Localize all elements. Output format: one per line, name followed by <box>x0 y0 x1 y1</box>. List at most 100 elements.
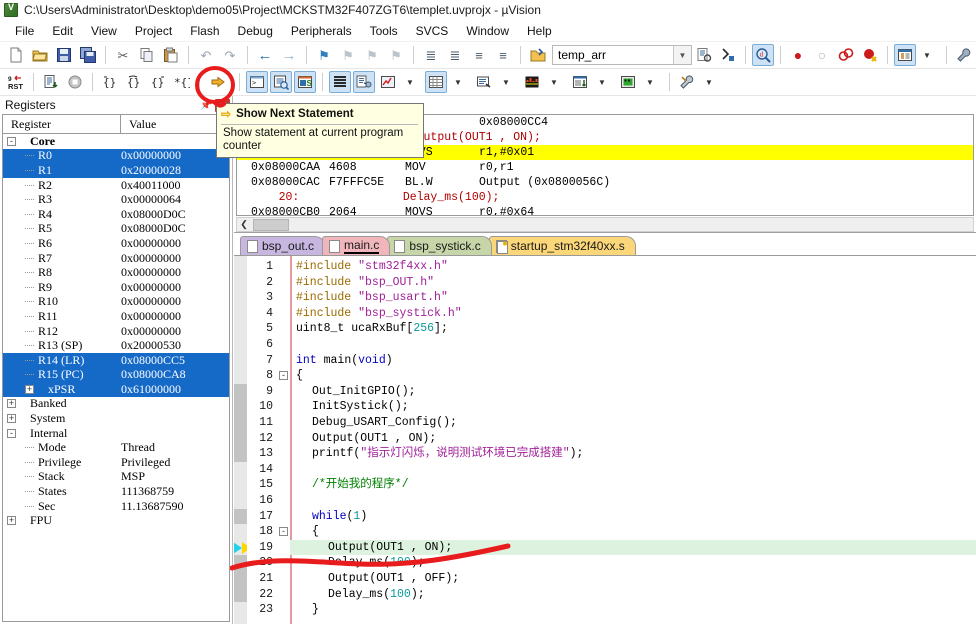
register-row[interactable]: + xPSR 0x61000000 <box>3 382 229 397</box>
target-options-icon[interactable] <box>527 44 549 66</box>
register-value-cell[interactable]: 111368759 <box>121 484 229 499</box>
menu-help[interactable]: Help <box>518 22 561 40</box>
step-over-icon[interactable]: {} <box>123 71 145 93</box>
call-stack-window-icon[interactable] <box>353 71 375 93</box>
code-editor[interactable]: 1 2 3 4 5 6 7 8 9 10 11 12 13 14 15 16 17 18 19 20 21 22 23 --… <box>234 256 976 624</box>
navigate-backward-icon[interactable]: ← <box>254 44 276 66</box>
next-bookmark-icon[interactable]: ⚑ <box>361 44 383 66</box>
editor-code-line[interactable]: #include "stm32f4xx.h" <box>290 259 976 275</box>
register-value-cell[interactable]: 0x08000D0C <box>121 207 229 222</box>
save-icon[interactable] <box>53 44 75 66</box>
editor-code-line[interactable]: /*开始我的程序*/ <box>290 477 976 493</box>
trace-windows-icon[interactable] <box>569 71 591 93</box>
register-value-cell[interactable]: 0x00000064 <box>121 192 229 207</box>
editor-code-line[interactable]: #include "bsp_usart.h" <box>290 290 976 306</box>
tree-collapse-icon[interactable]: - <box>7 136 16 146</box>
navigate-forward-icon[interactable]: → <box>278 44 300 66</box>
serial-windows-icon[interactable] <box>473 71 495 93</box>
register-value-cell[interactable]: 0x00000000 <box>121 324 229 339</box>
cut-icon[interactable]: ✂ <box>112 44 134 66</box>
disassembly-horizontal-scrollbar[interactable]: ❮ <box>236 217 974 232</box>
register-row[interactable]: R14 (LR) 0x08000CC5 <box>3 353 229 368</box>
register-row[interactable]: + System <box>3 411 229 426</box>
editor-code-area[interactable]: #include "stm32f4xx.h" #include "bsp_OUT.… <box>290 256 976 624</box>
disassembly-instruction-line[interactable]: 0x08000CB0 2064 MOVS r0,#0x64 <box>237 205 973 215</box>
menu-edit[interactable]: Edit <box>43 22 82 40</box>
register-row[interactable]: R8 0x00000000 <box>3 265 229 280</box>
watch-windows-icon[interactable] <box>377 71 399 93</box>
editor-code-line[interactable]: { <box>290 368 976 384</box>
register-value-cell[interactable]: 0x00000000 <box>121 265 229 280</box>
run-to-cursor-icon[interactable]: *{} <box>171 71 193 93</box>
registers-window-icon[interactable] <box>329 71 351 93</box>
register-row[interactable]: + FPU <box>3 513 229 528</box>
target-select[interactable]: temp_arr ▼ <box>552 45 692 65</box>
menu-window[interactable]: Window <box>457 22 518 40</box>
copy-icon[interactable] <box>136 44 158 66</box>
command-window-icon[interactable]: > <box>246 71 268 93</box>
watch-windows-dropdown-icon[interactable]: ▼ <box>401 71 423 93</box>
register-row[interactable]: R1 0x20000028 <box>3 163 229 178</box>
editor-code-line[interactable]: Delay_ms(100); <box>290 555 976 571</box>
insert-bookmark-icon[interactable]: ⚑ <box>313 44 335 66</box>
code-fold-toggle-icon[interactable]: - <box>279 527 288 537</box>
uncomment-icon[interactable]: ≡ <box>492 44 514 66</box>
pin-icon[interactable]: 📌 <box>200 100 212 111</box>
register-value-cell[interactable]: 11.13687590 <box>121 499 229 514</box>
editor-tab-bsp-out-c[interactable]: bsp_out.c <box>240 236 326 255</box>
show-next-statement-icon[interactable] <box>207 71 229 93</box>
comment-icon[interactable]: ≡ <box>468 44 490 66</box>
register-value-cell[interactable]: 0x20000028 <box>121 163 229 178</box>
editor-code-line[interactable]: int main(void) <box>290 353 976 369</box>
menu-peripherals[interactable]: Peripherals <box>282 22 361 40</box>
menu-tools[interactable]: Tools <box>361 22 407 40</box>
register-value-cell[interactable]: Privileged <box>121 455 229 470</box>
register-row[interactable]: - Core <box>3 134 229 149</box>
register-value-cell[interactable]: 0x08000CC5 <box>121 353 229 368</box>
find-in-files-icon[interactable]: d <box>752 44 774 66</box>
editor-tab-bsp-systick-c[interactable]: bsp_systick.c <box>387 236 492 255</box>
register-row[interactable]: R13 (SP) 0x20000530 <box>3 338 229 353</box>
toolbox-icon[interactable] <box>676 71 698 93</box>
tree-expand-icon[interactable]: + <box>7 516 16 526</box>
menu-project[interactable]: Project <box>126 22 181 40</box>
system-viewer-dropdown-icon[interactable]: ▼ <box>641 71 663 93</box>
register-value-cell[interactable]: 0x00000000 <box>121 294 229 309</box>
register-value-cell[interactable]: 0x08000CA8 <box>121 367 229 382</box>
code-fold-toggle-icon[interactable]: - <box>279 371 288 381</box>
undo-icon[interactable]: ↶ <box>195 44 217 66</box>
editor-code-line[interactable]: printf("指示灯闪烁，说明测试环境已完成搭建"); <box>290 446 976 462</box>
menu-file[interactable]: File <box>6 22 43 40</box>
symbols-window-icon[interactable]: S <box>294 71 316 93</box>
register-value-cell[interactable]: 0x40011000 <box>121 178 229 193</box>
analysis-windows-dropdown-icon[interactable]: ▼ <box>545 71 567 93</box>
register-row[interactable]: Privilege Privileged <box>3 455 229 470</box>
column-header-register[interactable]: Register <box>3 115 121 133</box>
editor-tab-main-c[interactable]: main.c <box>322 236 391 255</box>
register-row[interactable]: R2 0x40011000 <box>3 178 229 193</box>
open-file-icon[interactable] <box>29 44 51 66</box>
toolbox-dropdown-icon[interactable]: ▼ <box>700 71 722 93</box>
editor-code-line[interactable]: Output(OUT1 , OFF); <box>290 571 976 587</box>
register-row[interactable]: States 111368759 <box>3 484 229 499</box>
tree-collapse-icon[interactable]: - <box>7 428 16 438</box>
register-row[interactable]: R11 0x00000000 <box>3 309 229 324</box>
register-value-cell[interactable]: 0x61000000 <box>121 382 229 397</box>
editor-fold-gutter[interactable]: -- <box>277 256 290 624</box>
save-all-icon[interactable] <box>77 44 99 66</box>
editor-tab-strip[interactable]: bsp_out.c main.c bsp_systick.c startup_stm3… <box>234 234 976 256</box>
editor-code-line[interactable] <box>290 493 976 509</box>
register-row[interactable]: R15 (PC) 0x08000CA8 <box>3 367 229 383</box>
indent-icon[interactable]: ≣ <box>420 44 442 66</box>
new-file-icon[interactable] <box>5 44 27 66</box>
analysis-windows-icon[interactable] <box>521 71 543 93</box>
register-row[interactable]: R0 0x00000000 <box>3 148 229 164</box>
serial-windows-dropdown-icon[interactable]: ▼ <box>497 71 519 93</box>
outdent-icon[interactable]: ≣ <box>444 44 466 66</box>
disable-all-breakpoints-icon[interactable] <box>835 44 857 66</box>
register-value-cell[interactable]: 0x00000000 <box>121 251 229 266</box>
register-value-cell[interactable]: 0x20000530 <box>121 338 229 353</box>
register-value-cell[interactable]: 0x00000000 <box>121 236 229 251</box>
editor-code-line[interactable]: Debug_USART_Config(); <box>290 415 976 431</box>
editor-code-line[interactable]: Output(OUT1 , ON); <box>290 539 976 556</box>
